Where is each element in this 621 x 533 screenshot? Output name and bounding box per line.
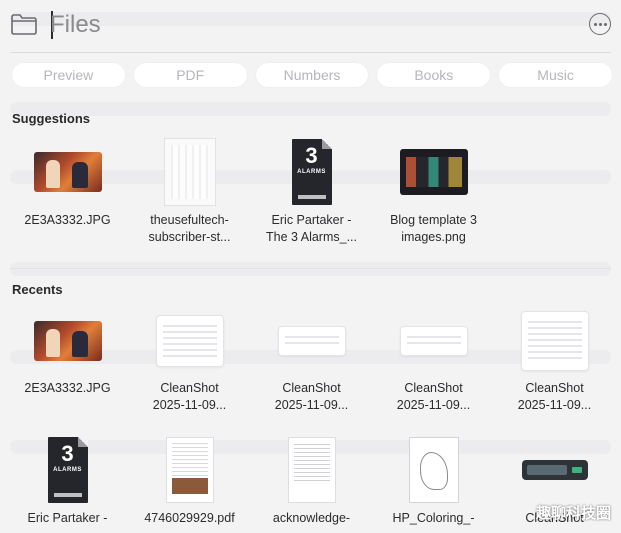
screenshot-thumbnail — [155, 315, 224, 367]
file-name: Eric Partaker - — [271, 213, 352, 227]
section-divider — [10, 268, 611, 269]
suggestion-item[interactable]: theusefultech- subscriber-st... — [132, 138, 247, 246]
photo-thumbnail — [33, 321, 102, 361]
image-thumbnail — [399, 149, 468, 195]
filter-chip-books[interactable]: Books — [377, 63, 491, 87]
file-name: CleanShot — [160, 381, 219, 395]
search-header — [0, 0, 621, 50]
document-thumbnail — [163, 138, 216, 206]
recent-item[interactable]: acknowledge- — [254, 436, 369, 527]
recent-item[interactable]: CleanShot 2025-11-09... — [254, 308, 369, 414]
file-name: Eric Partaker - — [27, 511, 108, 525]
suggestion-item[interactable]: 2E3A3332.JPG — [10, 138, 125, 229]
search-input[interactable] — [50, 8, 550, 42]
recent-item[interactable]: 3 ALARMS Eric Partaker - — [10, 436, 125, 527]
file-name: CleanShot — [282, 381, 341, 395]
filter-chip-numbers[interactable]: Numbers — [255, 63, 369, 87]
folder-icon — [11, 14, 37, 35]
file-name: CleanShot — [404, 381, 463, 395]
ellipsis-circle-icon[interactable] — [589, 13, 611, 35]
file-name: HP_Coloring_- — [392, 511, 475, 525]
section-title-suggestions: Suggestions — [12, 111, 91, 126]
watermark: 趣聊科技圈 — [535, 505, 611, 522]
document-thumbnail — [287, 437, 336, 503]
file-name: 2E3A3332.JPG — [24, 213, 111, 227]
screenshot-thumbnail — [521, 460, 588, 480]
file-name: acknowledge- — [272, 511, 351, 525]
file-name: 2E3A3332.JPG — [24, 381, 111, 395]
coloring-page-thumbnail — [408, 437, 459, 503]
suggestion-item[interactable]: Blog template 3 images.png — [376, 138, 491, 246]
recent-item[interactable]: CleanShot 2025-11-09... — [376, 308, 491, 414]
screenshot-thumbnail — [277, 326, 346, 356]
screenshot-thumbnail — [399, 326, 468, 356]
file-name: theusefultech- — [150, 213, 229, 227]
filter-chip-music[interactable]: Music — [499, 63, 612, 87]
photo-thumbnail — [33, 152, 102, 192]
suggestion-item[interactable]: 3 ALARMS Eric Partaker - The 3 Alarms_..… — [254, 138, 369, 246]
recent-item[interactable]: CleanShot 2025-11-09... — [132, 308, 247, 414]
filter-chips: Preview PDF Numbers Books Music — [12, 63, 612, 87]
section-title-recents: Recents — [12, 282, 63, 297]
book-cover-thumbnail: 3 ALARMS — [291, 139, 332, 205]
recent-item[interactable]: HP_Coloring_- — [376, 436, 491, 527]
recent-item[interactable]: 2E3A3332.JPG — [10, 308, 125, 397]
header-divider — [10, 52, 611, 53]
filter-chip-preview[interactable]: Preview — [12, 63, 125, 87]
screenshot-thumbnail — [520, 311, 589, 371]
pdf-thumbnail — [165, 437, 214, 503]
recent-item[interactable]: 4746029929.pdf — [132, 436, 247, 527]
recent-item[interactable]: CleanShot 2025-11-09... — [497, 308, 612, 414]
book-cover-thumbnail: 3 ALARMS — [47, 437, 88, 503]
file-name: Blog template 3 — [390, 213, 477, 227]
filter-chip-pdf[interactable]: PDF — [133, 63, 247, 87]
file-name: 4746029929.pdf — [144, 511, 235, 525]
file-name: CleanShot — [525, 381, 584, 395]
